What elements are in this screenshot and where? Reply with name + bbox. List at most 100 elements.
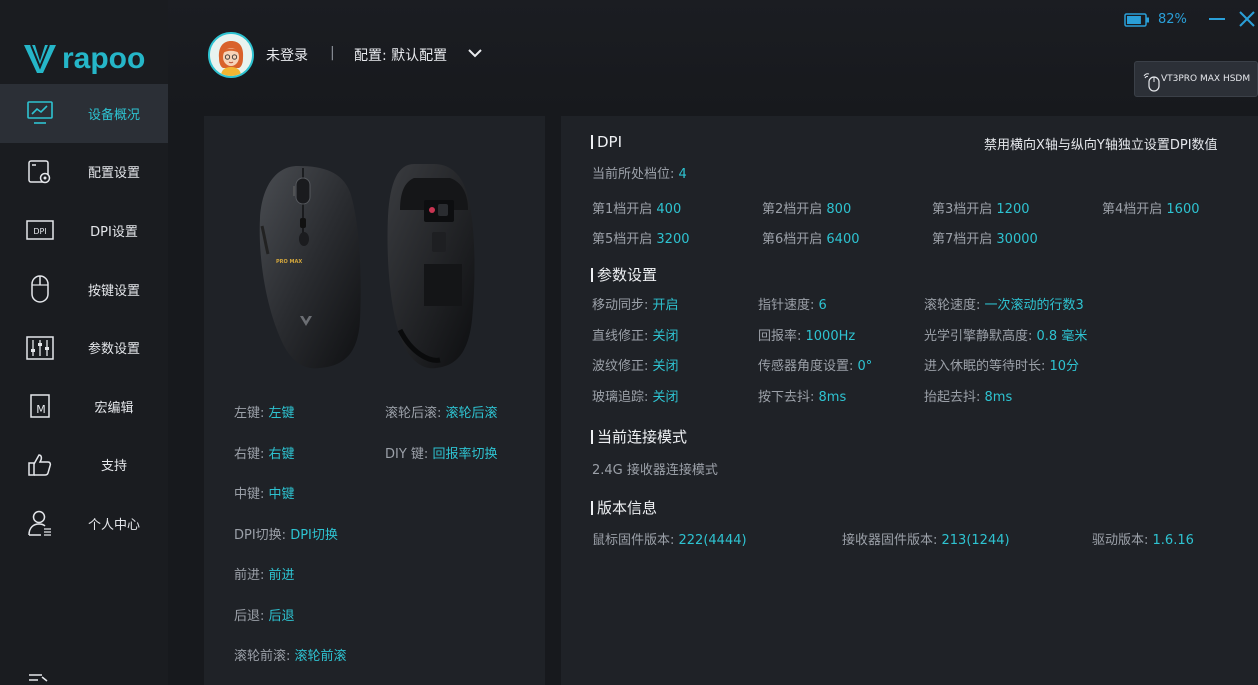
mouse-fw-value: 222(4444) — [678, 533, 747, 548]
profile-select[interactable]: 配置: 默认配置 — [354, 45, 447, 65]
dpi-current-key: 当前所处档位: — [592, 167, 679, 182]
param-key: 移动同步: — [592, 298, 653, 313]
sidebar-item-label: 支持 — [100, 459, 127, 475]
svg-text:M: M — [36, 403, 46, 416]
close-button[interactable] — [1238, 10, 1256, 28]
dpi-xy-note: 禁用横向X轴与纵向Y轴独立设置DPI数值 — [984, 138, 1218, 153]
wireless-mouse-icon — [1143, 73, 1160, 92]
dpi-level-value: 6400 — [826, 232, 860, 247]
dpi-level-value: 3200 — [656, 232, 690, 247]
user-icon — [26, 509, 54, 537]
battery-indicator: 82% — [1124, 12, 1187, 27]
param-key: 直线修正: — [592, 329, 653, 344]
driver-value: 1.6.16 — [1152, 533, 1194, 548]
dpi-level-value: 800 — [826, 202, 852, 217]
dpi-level-7: 第7档开启 30000 — [932, 228, 1038, 247]
device-name: VT3PRO MAX HSDM — [1161, 74, 1251, 84]
button-forward[interactable]: 前进: 前进 — [234, 564, 295, 583]
button-left[interactable]: 左键: 左键 — [234, 402, 295, 421]
param-key: 光学引擎静默高度: — [924, 329, 1037, 344]
dpi-title-text: DPI — [597, 133, 623, 151]
sidebar-item-buttons[interactable]: 按键设置 — [0, 260, 168, 319]
sidebar-item-profile[interactable]: 个人中心 — [0, 494, 168, 553]
receiver-fw-value: 213(1244) — [941, 533, 1010, 548]
param-value: 开启 — [652, 298, 679, 313]
dpi-level-key: 第7档开启 — [932, 232, 997, 247]
rapoo-logo: rapoo — [22, 42, 145, 76]
receiver-firmware-version: 接收器固件版本: 213(1244) — [842, 529, 1010, 548]
dpi-level-5: 第5档开启 3200 — [592, 228, 690, 247]
battery-percent: 82% — [1158, 12, 1187, 27]
param-item: 进入休眠的等待时长: 10分 — [924, 355, 1079, 374]
sidebar-item-dpi[interactable]: DPI DPI设置 — [0, 201, 168, 260]
button-back[interactable]: 后退: 后退 — [234, 605, 295, 624]
param-key: 玻璃追踪: — [592, 390, 653, 405]
param-item: 移动同步: 开启 — [592, 294, 679, 313]
sidebar-item-label: 配置设置 — [87, 166, 140, 182]
login-status[interactable]: 未登录 — [266, 45, 308, 65]
param-item: 回报率: 1000Hz — [758, 325, 855, 344]
dpi-level-4: 第4档开启 1600 — [1102, 198, 1200, 217]
param-value: 0° — [857, 359, 873, 374]
config-gear-icon — [26, 158, 54, 186]
sidebar-item-label: 宏编辑 — [94, 400, 134, 416]
avatar[interactable] — [208, 32, 254, 78]
button-diy-value: 回报率切换 — [432, 447, 498, 462]
sidebar-item-label: DPI设置 — [90, 224, 138, 240]
connection-mode: 2.4G 接收器连接模式 — [592, 463, 718, 478]
thumbs-up-icon — [26, 451, 54, 479]
version-section-title: 版本信息 — [591, 497, 657, 518]
sidebar-nav: 设备概况 配置设置 DPI DPI设置 按键设置 参数设置 M 宏编辑 支持 个… — [0, 84, 168, 553]
param-key: 抬起去抖: — [924, 390, 985, 405]
param-key: 滚轮速度: — [924, 298, 985, 313]
param-value: 0.8 毫米 — [1036, 329, 1088, 344]
vt-logo-icon — [24, 44, 56, 73]
dpi-level-key: 第1档开启 — [592, 202, 657, 217]
sidebar-item-label: 个人中心 — [87, 517, 140, 533]
sidebar-item-params[interactable]: 参数设置 — [0, 318, 168, 377]
sidebar-item-config[interactable]: 配置设置 — [0, 143, 168, 202]
param-value: 1000Hz — [805, 329, 856, 344]
driver-key: 驱动版本: — [1092, 533, 1153, 548]
button-forward-key: 前进: — [234, 568, 269, 583]
button-middle-key: 中键: — [234, 487, 269, 502]
collapse-menu-icon[interactable] — [28, 672, 50, 685]
button-diy[interactable]: DIY 键: 回报率切换 — [385, 443, 497, 462]
dpi-current-level: 当前所处档位: 4 — [592, 163, 687, 182]
receiver-fw-key: 接收器固件版本: — [842, 533, 942, 548]
dpi-level-1: 第1档开启 400 — [592, 198, 681, 217]
button-middle[interactable]: 中键: 中键 — [234, 483, 295, 502]
minimize-button[interactable] — [1208, 11, 1226, 27]
sidebar-item-support[interactable]: 支持 — [0, 436, 168, 495]
button-wheel-back[interactable]: 滚轮后滚: 滚轮后滚 — [385, 402, 498, 421]
sidebar-item-macro[interactable]: M 宏编辑 — [0, 377, 168, 436]
button-wheel-forward-key: 滚轮前滚: — [234, 649, 295, 664]
param-item: 波纹修正: 关闭 — [592, 355, 679, 374]
macro-icon: M — [26, 392, 54, 420]
chevron-down-icon[interactable] — [467, 46, 483, 60]
param-key: 进入休眠的等待时长: — [924, 359, 1050, 374]
param-value: 8ms — [984, 390, 1013, 405]
param-key: 波纹修正: — [592, 359, 653, 374]
button-diy-key: DIY 键: — [385, 447, 433, 462]
button-right[interactable]: 右键: 右键 — [234, 443, 295, 462]
button-dpi[interactable]: DPI切换: DPI切换 — [234, 524, 338, 543]
dpi-current-value: 4 — [678, 167, 687, 182]
dpi-level-value: 400 — [656, 202, 682, 217]
param-item: 按下去抖: 8ms — [758, 386, 846, 405]
param-item: 光学引擎静默高度: 0.8 毫米 — [924, 325, 1087, 344]
param-value: 一次滚动的行数3 — [984, 298, 1084, 313]
param-value: 关闭 — [652, 390, 679, 405]
param-value: 10分 — [1049, 359, 1080, 374]
button-wheel-forward[interactable]: 滚轮前滚: 滚轮前滚 — [234, 645, 347, 664]
button-dpi-key: DPI切换: — [234, 528, 291, 543]
device-selector[interactable]: VT3PRO MAX HSDM — [1134, 61, 1258, 97]
param-item: 抬起去抖: 8ms — [924, 386, 1012, 405]
button-right-value: 右键 — [268, 447, 295, 462]
sidebar-item-overview[interactable]: 设备概况 — [0, 84, 168, 143]
param-item: 直线修正: 关闭 — [592, 325, 679, 344]
params-section-title: 参数设置 — [591, 264, 657, 285]
button-wheel-forward-value: 滚轮前滚 — [294, 649, 347, 664]
sliders-icon — [26, 334, 54, 362]
param-key: 按下去抖: — [758, 390, 819, 405]
